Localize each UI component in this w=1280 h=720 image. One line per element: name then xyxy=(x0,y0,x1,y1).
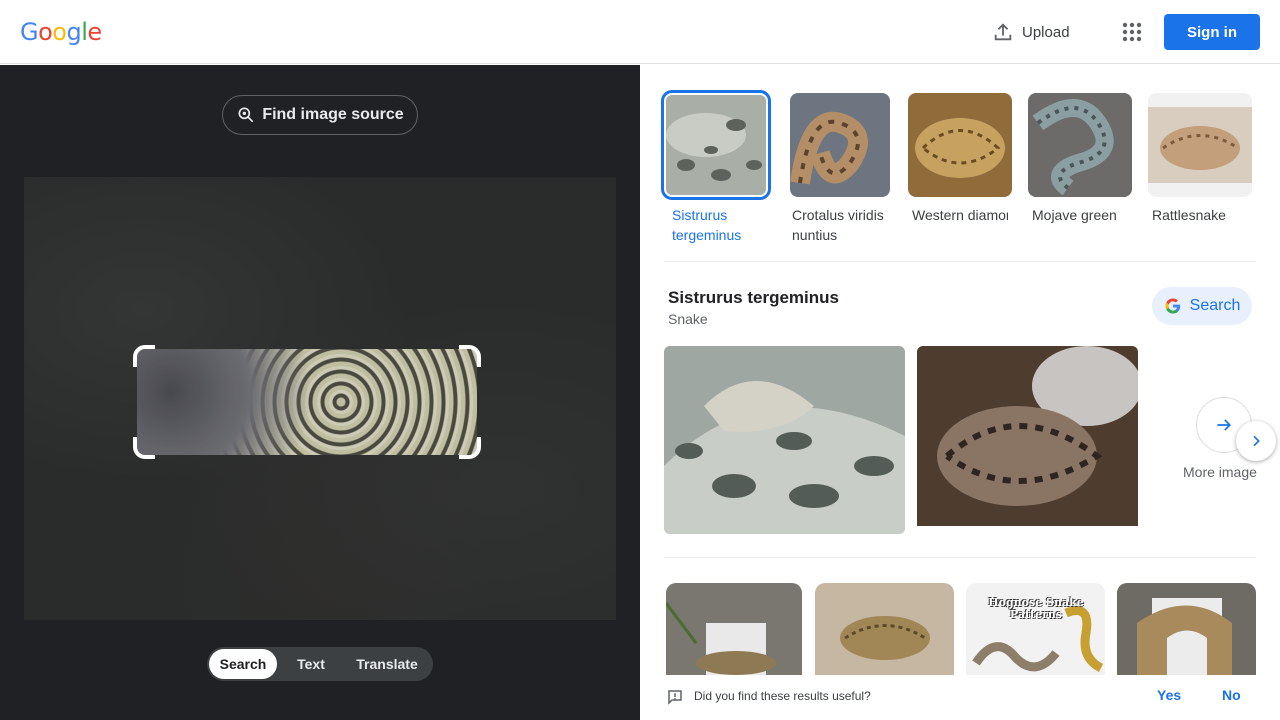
google-search-button[interactable]: Search xyxy=(1152,287,1252,325)
uploaded-image xyxy=(24,177,616,620)
upload-button[interactable]: Upload xyxy=(992,20,1070,44)
more-images-label: More image xyxy=(1183,464,1257,480)
feedback-question: Did you find these results useful? xyxy=(694,689,871,703)
match-label-rattlesnake[interactable]: Rattlesnake xyxy=(1152,205,1264,225)
upload-icon xyxy=(994,23,1012,41)
entity-subtitle: Snake xyxy=(668,311,708,327)
arrow-right-icon xyxy=(1217,419,1232,431)
mode-translate-tab[interactable]: Translate xyxy=(345,649,429,679)
snake-on-gravel-photo xyxy=(666,583,802,675)
sign-in-button[interactable]: Sign in xyxy=(1164,14,1260,50)
coiled-snake-photo xyxy=(917,346,1138,534)
crop-handle-bottom-left[interactable] xyxy=(133,437,155,459)
match-thumb-rattlesnake[interactable] xyxy=(1148,93,1252,197)
feedback-bar: Did you find these results useful? Yes N… xyxy=(640,680,1280,720)
google-logo[interactable]: Google xyxy=(20,17,102,47)
chevron-right-icon xyxy=(1253,435,1260,447)
snake-on-sand-photo xyxy=(815,583,954,675)
match-thumb-western-diamondback[interactable] xyxy=(908,93,1012,197)
hognose-overlay-text: Hognose Snake Patterns xyxy=(988,596,1084,621)
mode-text-tab[interactable]: Text xyxy=(277,649,345,679)
lens-search-icon xyxy=(238,107,254,123)
crop-handle-bottom-right[interactable] xyxy=(459,437,481,459)
snake-photo-1 xyxy=(666,95,766,195)
snake-image-region xyxy=(137,349,477,455)
divider xyxy=(664,557,1256,558)
match-label-western-diamondback[interactable]: Western diamondbac... xyxy=(912,205,1008,225)
divider xyxy=(664,261,1256,262)
feedback-yes-button[interactable]: Yes xyxy=(1157,687,1181,703)
snake-photo-3 xyxy=(908,93,1012,197)
entity-title: Sistrurus tergeminus xyxy=(668,288,839,307)
visual-match-4[interactable] xyxy=(1117,583,1256,675)
feedback-no-button[interactable]: No xyxy=(1222,687,1241,703)
crop-handle-top-left[interactable] xyxy=(133,345,155,367)
crop-handle-top-right[interactable] xyxy=(459,345,481,367)
top-bar: Google Upload Sign in xyxy=(0,0,1280,64)
snake-photo-4 xyxy=(1028,93,1132,197)
find-image-source-label: Find image source xyxy=(262,106,404,123)
match-thumb-sistrurus[interactable] xyxy=(661,90,771,200)
snake-photo-2 xyxy=(790,93,890,197)
mode-switcher: Search Text Translate xyxy=(207,647,433,681)
apps-grid-icon[interactable] xyxy=(1120,20,1144,44)
feedback-icon xyxy=(668,690,682,705)
upload-label: Upload xyxy=(1022,23,1070,41)
lens-panel: Find image source Search Text Translate xyxy=(0,65,640,720)
match-label-sistrurus[interactable]: Sistrurus tergeminus xyxy=(672,205,784,245)
snake-closeup-photo xyxy=(664,346,905,534)
snake-on-card-photo xyxy=(1117,583,1256,675)
match-thumb-crotalus[interactable] xyxy=(790,93,890,197)
carousel-next-button[interactable] xyxy=(1236,421,1276,461)
entity-image-2[interactable] xyxy=(917,346,1138,534)
mode-search-tab[interactable]: Search xyxy=(209,649,277,679)
google-g-icon xyxy=(1165,298,1180,314)
visual-match-1[interactable] xyxy=(666,583,802,675)
match-label-crotalus[interactable]: Crotalus viridis nuntius xyxy=(792,205,904,245)
visual-match-2[interactable] xyxy=(815,583,954,675)
entity-image-1[interactable] xyxy=(664,346,905,534)
google-search-label: Search xyxy=(1189,297,1241,314)
match-label-mojave-green[interactable]: Mojave green xyxy=(1032,205,1144,225)
find-image-source-button[interactable]: Find image source xyxy=(222,95,418,135)
match-thumb-mojave-green[interactable] xyxy=(1028,93,1132,197)
snake-photo-5 xyxy=(1148,93,1252,197)
results-panel: Sistrurus tergeminus Crotalus viridis nu… xyxy=(640,65,1280,720)
visual-match-3[interactable]: Hognose Snake Patterns xyxy=(966,583,1105,675)
